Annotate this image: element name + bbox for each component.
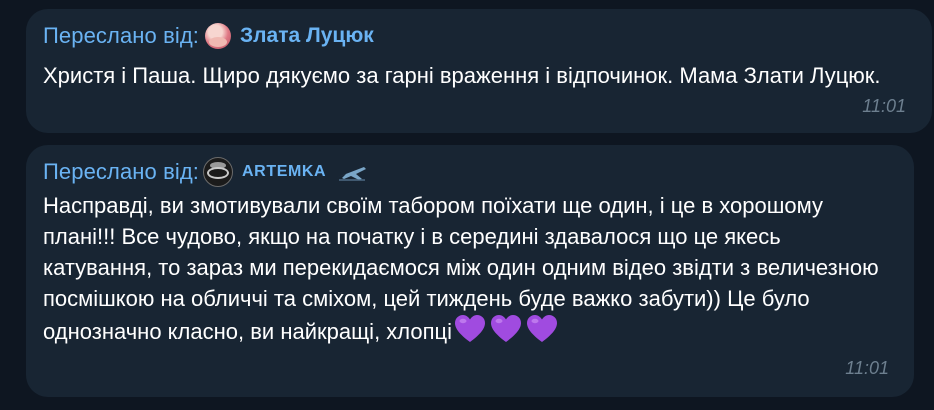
message-time: 11:01: [862, 96, 906, 116]
forward-header: Переслано від: ARTEMKA: [43, 157, 368, 187]
message-text: Христя і Паша. Щиро дякуємо за гарні вра…: [43, 63, 881, 88]
message-bubble[interactable]: Переслано від: Злата Луцюк Христя і Паша…: [26, 9, 932, 133]
message-time: 11:01: [845, 358, 889, 378]
forward-header: Переслано від: Злата Луцюк: [43, 22, 374, 50]
message-bubble[interactable]: Переслано від: ARTEMKA Насправді, ви змо…: [26, 145, 914, 397]
forwarded-from-label: Переслано від:: [43, 23, 200, 48]
emoji-group: [454, 314, 558, 344]
ring-avatar-icon[interactable]: [203, 157, 234, 187]
forward-sender-name[interactable]: ARTEMKA: [242, 163, 326, 181]
forwarded-from-label: Переслано від:: [43, 159, 200, 184]
chat-history: Переслано від: Злата Луцюк Христя і Паша…: [0, 0, 934, 410]
purple-heart-icon: [491, 315, 522, 342]
message-text: Насправді, ви змотивували своїм табором …: [43, 190, 893, 347]
forward-sender-name[interactable]: Злата Луцюк: [240, 24, 374, 48]
purple-heart-icon: [455, 315, 486, 342]
user-avatar-icon[interactable]: [205, 23, 232, 49]
purple-heart-icon: [527, 315, 558, 342]
airplane-icon: [338, 167, 367, 181]
